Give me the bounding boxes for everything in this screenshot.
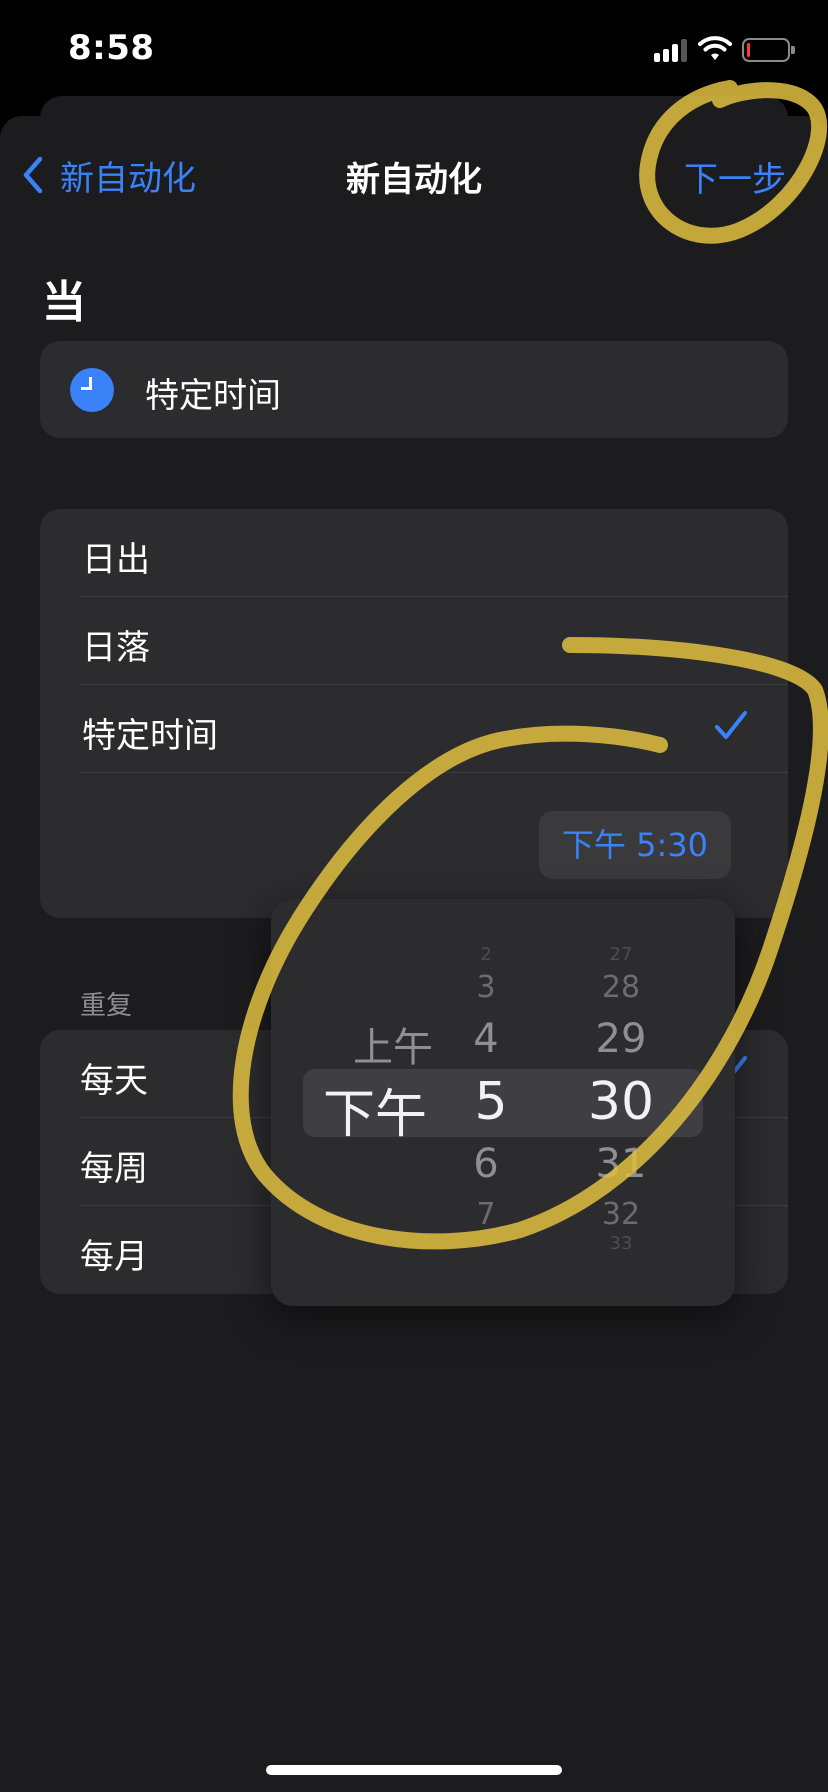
- picker-minute-selected[interactable]: 30: [561, 1072, 681, 1132]
- option-label: 日落: [82, 628, 150, 668]
- picker-minute-option[interactable]: 33: [561, 1233, 681, 1254]
- trigger-label: 特定时间: [145, 376, 281, 416]
- clock-icon: [70, 368, 114, 412]
- battery-level: [747, 43, 750, 57]
- cellular-signal-icon: [654, 38, 690, 62]
- option-sunrise[interactable]: 日出: [40, 509, 788, 597]
- trigger-card[interactable]: 特定时间: [40, 341, 788, 438]
- picker-minute-option[interactable]: 32: [561, 1197, 681, 1232]
- time-value-button[interactable]: 下午 5:30: [539, 811, 731, 879]
- repeat-header: 重复: [80, 991, 133, 1021]
- time-options-card: 日出 日落 特定时间 下午 5:30: [40, 509, 788, 918]
- status-bar: 8:58: [0, 0, 828, 100]
- picker-hour-option[interactable]: 6: [456, 1141, 516, 1187]
- picker-minute-option[interactable]: 28: [561, 970, 681, 1005]
- time-picker-popover[interactable]: 上午 下午 2 3 4 5 6 7 27 28 29 30 31 32 33: [271, 899, 735, 1306]
- home-indicator[interactable]: [266, 1765, 562, 1775]
- repeat-label: 每月: [80, 1237, 148, 1277]
- option-label: 日出: [82, 540, 150, 580]
- picker-hour-option[interactable]: 7: [456, 1197, 516, 1232]
- picker-period-selected[interactable]: 下午: [295, 1072, 455, 1147]
- repeat-label: 每天: [80, 1061, 148, 1101]
- next-button[interactable]: 下一步: [684, 152, 786, 201]
- picker-minute-option[interactable]: 31: [561, 1141, 681, 1187]
- option-label: 特定时间: [82, 716, 218, 756]
- status-time: 8:58: [68, 28, 155, 68]
- wifi-icon: [698, 36, 732, 60]
- picker-period-option[interactable]: 上午: [313, 1015, 473, 1073]
- picker-minute-option[interactable]: 29: [561, 1016, 681, 1062]
- section-title-when: 当: [42, 277, 86, 328]
- repeat-label: 每周: [80, 1149, 148, 1189]
- picker-hour-option[interactable]: 2: [456, 944, 516, 965]
- picker-hour-option[interactable]: 3: [456, 970, 516, 1005]
- battery-icon: [742, 38, 795, 62]
- picker-hour-selected[interactable]: 5: [456, 1072, 526, 1132]
- picker-minute-option[interactable]: 27: [561, 944, 681, 965]
- option-specific-time[interactable]: 特定时间: [40, 685, 788, 773]
- checkmark-icon: [715, 711, 747, 739]
- picker-hour-option[interactable]: 4: [456, 1016, 516, 1062]
- option-sunset[interactable]: 日落: [40, 597, 788, 685]
